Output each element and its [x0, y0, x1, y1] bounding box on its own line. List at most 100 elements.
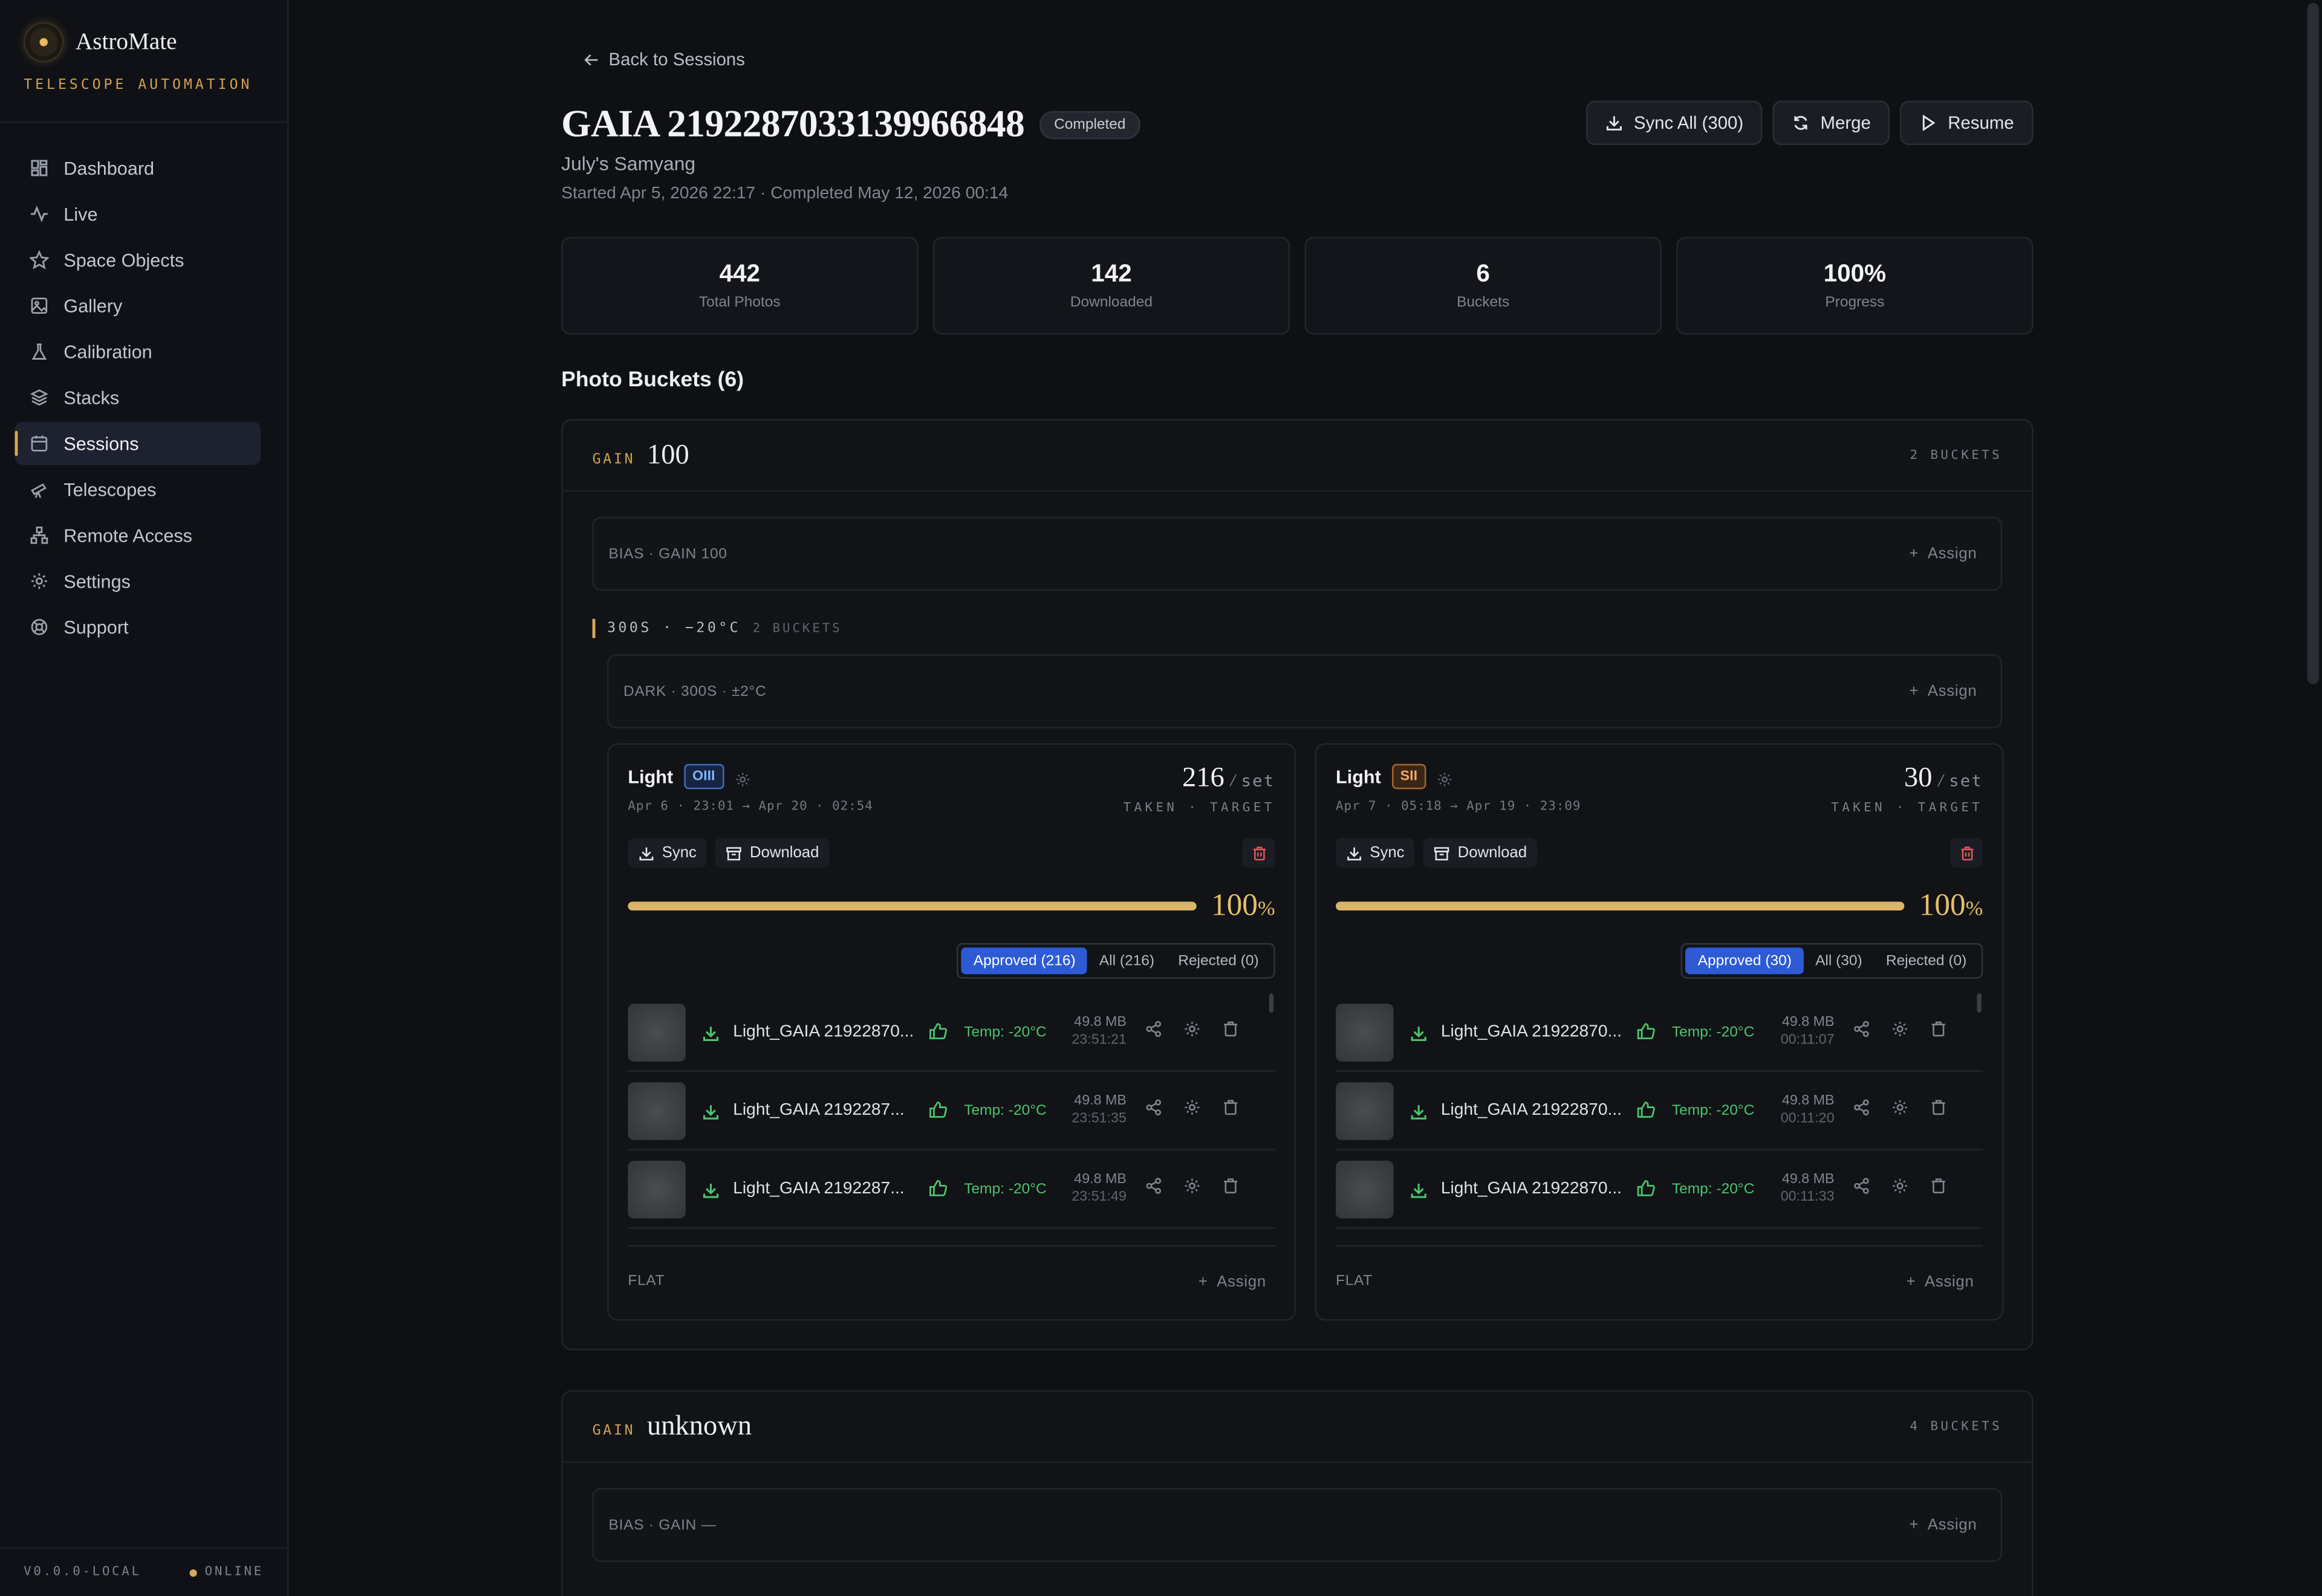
bias-label: BIAS · GAIN —	[608, 1517, 717, 1533]
session-meta: Started Apr 5, 2026 22:17 · Completed Ma…	[561, 185, 1009, 203]
tab-approved[interactable]: Approved (216)	[961, 947, 1088, 975]
tab-approved[interactable]: Approved (30)	[1686, 947, 1804, 975]
plus-icon: +	[1909, 1516, 1919, 1534]
photo-temp: Temp: -20°C	[964, 1102, 1047, 1119]
photo-name: Light_GAIA 21922870...	[1440, 1023, 1622, 1041]
assign-label: Assign	[1217, 1272, 1266, 1291]
download-photo-icon[interactable]	[1410, 1101, 1429, 1120]
sidebar-item-label: Support	[63, 617, 129, 638]
approve-icon[interactable]	[1636, 1178, 1657, 1199]
stats-row: 442 Total Photos 142 Downloaded 6 Bucket…	[561, 236, 2034, 335]
photo-thumbnail[interactable]	[1335, 1081, 1394, 1140]
sync-button[interactable]: Sync	[628, 838, 707, 868]
delete-bucket-button[interactable]	[1242, 838, 1275, 868]
photo-thumbnail[interactable]	[1335, 1003, 1394, 1061]
sidebar-item-label: Remote Access	[63, 525, 192, 546]
download-photo-icon[interactable]	[702, 1101, 721, 1120]
sync-button[interactable]: Sync	[1335, 838, 1415, 868]
exposure-group-header: 300S · −20°C 2 BUCKETS	[592, 618, 842, 638]
dark-row: DARK · 300S · ±2°C + Assign	[607, 654, 2003, 728]
photo-temp: Temp: -20°C	[1671, 1023, 1755, 1040]
archive-icon	[727, 846, 742, 860]
download-photo-icon[interactable]	[702, 1022, 721, 1042]
download-icon	[1347, 846, 1362, 860]
share-icon[interactable]	[1852, 1097, 1870, 1124]
bucket-settings-icon[interactable]	[734, 768, 750, 787]
sidebar-item-calibration[interactable]: Calibration	[15, 330, 261, 373]
photo-temp: Temp: -20°C	[964, 1023, 1047, 1040]
sidebar-item-label: Telescopes	[63, 479, 157, 500]
bucket-settings-icon[interactable]	[1437, 768, 1453, 787]
photo-settings-icon[interactable]	[1891, 1019, 1908, 1045]
photo-settings-icon[interactable]	[1183, 1097, 1200, 1124]
sidebar-item-settings[interactable]: Settings	[15, 560, 261, 603]
sidebar-item-live[interactable]: Live	[15, 192, 261, 235]
photo-thumbnail[interactable]	[628, 1160, 686, 1218]
download-photo-icon[interactable]	[702, 1179, 721, 1199]
bias-label: BIAS · GAIN 100	[608, 545, 727, 562]
tab-rejected[interactable]: Rejected (0)	[1166, 947, 1271, 974]
share-icon[interactable]	[1144, 1176, 1162, 1202]
download-photo-icon[interactable]	[1410, 1179, 1429, 1199]
plus-icon: +	[1909, 545, 1919, 563]
sidebar-item-remote-access[interactable]: Remote Access	[15, 514, 261, 557]
approve-icon[interactable]	[929, 1178, 949, 1199]
photo-meta: 49.8 MB 23:51:49	[1072, 1171, 1127, 1205]
download-photo-icon[interactable]	[1410, 1022, 1429, 1042]
share-icon[interactable]	[1144, 1019, 1162, 1045]
delete-photo-icon[interactable]	[1929, 1176, 1946, 1202]
photo-settings-icon[interactable]	[1183, 1019, 1200, 1045]
tab-all[interactable]: All (216)	[1087, 947, 1166, 974]
photo-thumbnail[interactable]	[628, 1003, 686, 1061]
tab-rejected[interactable]: Rejected (0)	[1874, 947, 1979, 974]
sidebar-item-gallery[interactable]: Gallery	[15, 284, 261, 327]
photo-settings-icon[interactable]	[1891, 1097, 1908, 1124]
photo-settings-icon[interactable]	[1183, 1176, 1200, 1202]
photo-settings-icon[interactable]	[1891, 1176, 1908, 1202]
assign-bias-button[interactable]: + Assign	[1909, 545, 1977, 562]
tab-all[interactable]: All (30)	[1803, 947, 1874, 974]
assign-dark-button[interactable]: + Assign	[1909, 683, 1977, 700]
photo-filter-tabs: Approved (30) All (30) Rejected (0)	[1681, 943, 1983, 979]
sidebar-item-telescopes[interactable]: Telescopes	[15, 468, 261, 511]
assign-bias-button[interactable]: + Assign	[1909, 1516, 1977, 1534]
sync-all-button[interactable]: Sync All (300)	[1586, 100, 1763, 146]
plus-icon: +	[1906, 1272, 1916, 1291]
image-icon	[30, 296, 49, 316]
layers-icon	[30, 388, 49, 407]
sidebar-item-sessions[interactable]: Sessions	[15, 421, 261, 465]
approve-icon[interactable]	[1636, 1022, 1657, 1042]
assign-flat-button[interactable]: + Assign	[1198, 1273, 1266, 1290]
taken-count: 216	[1182, 762, 1224, 794]
share-icon[interactable]	[1144, 1097, 1162, 1124]
share-icon[interactable]	[1852, 1176, 1870, 1202]
gain-key: GAIN	[592, 450, 636, 467]
status-label: ONLINE	[204, 1565, 264, 1580]
sidebar-item-support[interactable]: Support	[15, 606, 261, 649]
sidebar-item-space-objects[interactable]: Space Objects	[15, 238, 261, 281]
back-to-sessions-link[interactable]: Back to Sessions	[584, 49, 745, 70]
approve-icon[interactable]	[929, 1022, 949, 1042]
page-scrollbar-thumb[interactable]	[2307, 2, 2320, 684]
delete-photo-icon[interactable]	[1929, 1019, 1946, 1045]
sidebar-item-dashboard[interactable]: Dashboard	[15, 146, 261, 189]
photo-thumbnail[interactable]	[628, 1081, 686, 1140]
delete-photo-icon[interactable]	[1221, 1176, 1239, 1202]
delete-photo-icon[interactable]	[1221, 1097, 1239, 1124]
sidebar-item-stacks[interactable]: Stacks	[15, 376, 261, 419]
delete-photo-icon[interactable]	[1221, 1019, 1239, 1045]
approve-icon[interactable]	[929, 1100, 949, 1121]
stat-value: 142	[1091, 261, 1132, 288]
download-button[interactable]: Download	[1423, 838, 1538, 868]
delete-photo-icon[interactable]	[1929, 1097, 1946, 1124]
merge-button[interactable]: Merge	[1773, 100, 1890, 146]
resume-button[interactable]: Resume	[1900, 100, 2034, 146]
photo-name: Light_GAIA 21922870...	[1440, 1179, 1622, 1198]
delete-bucket-button[interactable]	[1950, 838, 1983, 868]
sidebar-item-label: Settings	[63, 571, 131, 592]
assign-flat-button[interactable]: + Assign	[1906, 1273, 1974, 1290]
photo-thumbnail[interactable]	[1335, 1160, 1394, 1218]
share-icon[interactable]	[1852, 1019, 1870, 1045]
download-button[interactable]: Download	[715, 838, 830, 868]
approve-icon[interactable]	[1636, 1100, 1657, 1121]
